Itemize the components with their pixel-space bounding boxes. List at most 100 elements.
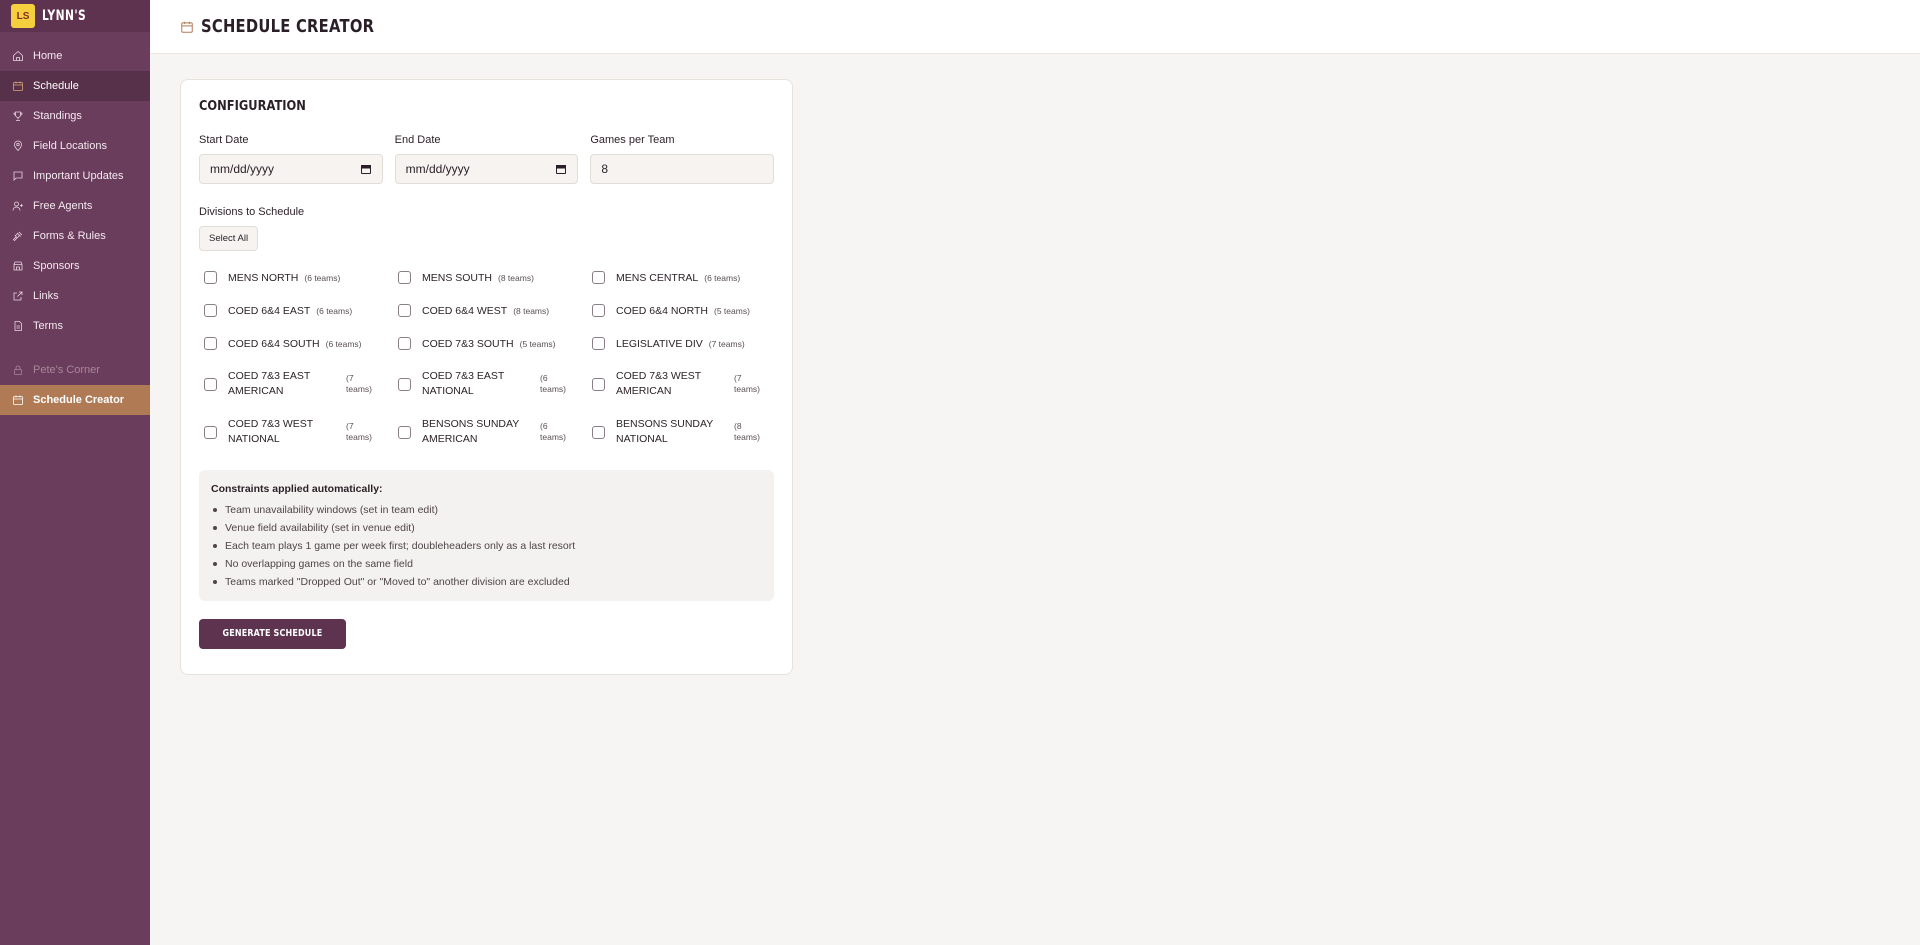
- user-plus-icon: [12, 201, 23, 211]
- brand[interactable]: LS LYNN'S: [0, 0, 150, 32]
- division-checkbox[interactable]: [592, 304, 605, 317]
- sidebar-item-free-agents[interactable]: Free Agents: [0, 191, 150, 221]
- division-team-count: (6 teams): [540, 421, 566, 442]
- division-option[interactable]: COED 7&3 EAST AMERICAN (7 teams): [199, 360, 393, 408]
- division-name: MENS CENTRAL: [616, 271, 699, 284]
- division-option[interactable]: COED 7&3 SOUTH (5 teams): [393, 327, 587, 360]
- card-title: CONFIGURATION: [199, 98, 306, 114]
- division-checkbox[interactable]: [398, 337, 411, 350]
- lock-icon: [14, 365, 22, 375]
- sidebar-item-label: Free Agents: [33, 200, 93, 212]
- division-team-count: (7 teams): [346, 373, 372, 394]
- division-checkbox[interactable]: [204, 337, 217, 350]
- sidebar-item-schedule-creator[interactable]: Schedule Creator: [0, 385, 150, 415]
- division-checkbox[interactable]: [398, 425, 411, 439]
- division-option[interactable]: COED 6&4 EAST (6 teams): [199, 294, 393, 327]
- constraint-item: Team unavailability windows (set in team…: [211, 501, 762, 519]
- division-team-count: (8 teams): [498, 272, 534, 283]
- division-checkbox[interactable]: [204, 304, 217, 317]
- division-name: COED 6&4 EAST: [228, 304, 311, 317]
- games-per-team-input[interactable]: 8: [590, 154, 775, 184]
- document-icon: [14, 321, 22, 331]
- trophy-icon: [13, 111, 23, 121]
- division-team-count: (5 teams): [519, 338, 556, 349]
- brand-name: LYNN'S: [42, 8, 87, 24]
- division-option[interactable]: MENS NORTH (6 teams): [199, 261, 393, 294]
- select-all-button[interactable]: Select All: [199, 226, 259, 251]
- division-option[interactable]: COED 6&4 SOUTH (6 teams): [199, 327, 393, 360]
- constraints-list: Team unavailability windows (set in team…: [211, 501, 762, 591]
- end-date-placeholder: mm/dd/yyyy: [405, 162, 470, 176]
- start-date-input[interactable]: mm/dd/yyyy: [199, 154, 383, 184]
- end-date-label: End Date: [394, 134, 441, 146]
- division-option[interactable]: COED 6&4 NORTH (5 teams): [587, 294, 769, 327]
- division-name: COED 7&3 WEST NATIONAL: [228, 418, 313, 445]
- games-per-team-field: Games per Team 8: [590, 134, 775, 184]
- config-fields: Start Date mm/dd/yyyy End Date mm/dd/yyy…: [199, 134, 775, 184]
- division-name: BENSONS SUNDAY AMERICAN: [422, 418, 520, 445]
- division-option[interactable]: BENSONS SUNDAY AMERICAN (6 teams): [393, 408, 587, 456]
- games-per-team-value: 8: [601, 162, 609, 176]
- division-option[interactable]: MENS CENTRAL (6 teams): [587, 261, 769, 294]
- division-checkbox[interactable]: [592, 337, 605, 350]
- sidebar-item-petes-corner[interactable]: Pete's Corner: [0, 355, 150, 385]
- division-name: COED 7&3 WEST AMERICAN: [616, 370, 701, 397]
- division-team-count: (6 teams): [704, 272, 741, 283]
- constraints-box: Constraints applied automatically: Team …: [199, 470, 774, 601]
- division-name: COED 6&4 SOUTH: [228, 337, 320, 350]
- division-option[interactable]: COED 6&4 WEST (8 teams): [393, 294, 587, 327]
- division-name: LEGISLATIVE DIV: [616, 337, 703, 350]
- division-team-count: (6 teams): [540, 373, 566, 394]
- constraint-item: Teams marked "Dropped Out" or "Moved to"…: [211, 573, 762, 591]
- division-name: BENSONS SUNDAY NATIONAL: [616, 418, 714, 445]
- sidebar-item-field-locations[interactable]: Field Locations: [0, 131, 150, 161]
- sidebar-item-schedule[interactable]: Schedule: [0, 71, 150, 101]
- constraint-item: No overlapping games on the same field: [211, 555, 762, 573]
- division-team-count: (7 teams): [346, 421, 372, 442]
- division-option[interactable]: MENS SOUTH (8 teams): [393, 261, 587, 294]
- division-team-count: (7 teams): [734, 373, 760, 394]
- division-checkbox[interactable]: [592, 271, 605, 284]
- sidebar-item-standings[interactable]: Standings: [0, 101, 150, 131]
- configuration-card: CONFIGURATION Start Date mm/dd/yyyy End …: [180, 79, 793, 675]
- calendar-icon[interactable]: [555, 163, 567, 175]
- store-icon: [13, 261, 23, 271]
- division-team-count: (5 teams): [714, 305, 750, 316]
- sidebar-item-label: Sponsors: [33, 260, 80, 272]
- division-name: COED 7&3 EAST NATIONAL: [422, 370, 505, 397]
- division-checkbox[interactable]: [204, 425, 217, 439]
- division-option[interactable]: COED 7&3 WEST NATIONAL (7 teams): [199, 408, 393, 456]
- sidebar-item-label: Forms & Rules: [33, 230, 106, 242]
- end-date-input[interactable]: mm/dd/yyyy: [394, 154, 579, 184]
- division-option[interactable]: COED 7&3 EAST NATIONAL (6 teams): [393, 360, 587, 408]
- sidebar-item-label: Pete's Corner: [33, 364, 100, 376]
- sidebar-item-sponsors[interactable]: Sponsors: [0, 251, 150, 281]
- start-date-label: Start Date: [199, 134, 249, 146]
- sidebar-item-label: Home: [33, 50, 63, 62]
- division-checkbox[interactable]: [398, 377, 411, 391]
- end-date-field: End Date mm/dd/yyyy: [394, 134, 579, 184]
- constraint-item: Each team plays 1 game per week first; d…: [211, 537, 762, 555]
- generate-schedule-button[interactable]: GENERATE SCHEDULE: [199, 619, 346, 649]
- division-checkbox[interactable]: [204, 377, 217, 391]
- division-checkbox[interactable]: [398, 304, 411, 317]
- division-checkbox[interactable]: [592, 425, 605, 439]
- divisions-grid: MENS NORTH (6 teams) MENS SOUTH (8 teams) …: [199, 261, 774, 456]
- division-checkbox[interactable]: [398, 271, 411, 284]
- calendar-icon[interactable]: [360, 163, 372, 175]
- sidebar-item-label: Schedule Creator: [33, 394, 125, 406]
- sidebar-item-important-updates[interactable]: Important Updates: [0, 161, 150, 191]
- division-name: MENS NORTH: [228, 271, 299, 284]
- division-checkbox[interactable]: [204, 271, 217, 284]
- division-option[interactable]: COED 7&3 WEST AMERICAN (7 teams): [587, 360, 769, 408]
- division-name: COED 7&3 SOUTH: [422, 337, 514, 350]
- sidebar-item-forms-rules[interactable]: Forms & Rules: [0, 221, 150, 251]
- division-name: COED 7&3 EAST AMERICAN: [228, 370, 311, 397]
- division-checkbox[interactable]: [592, 377, 605, 391]
- division-option[interactable]: LEGISLATIVE DIV (7 teams): [587, 327, 769, 360]
- sidebar-item-links[interactable]: Links: [0, 281, 150, 311]
- division-option[interactable]: BENSONS SUNDAY NATIONAL (8 teams): [587, 408, 769, 456]
- sidebar-item-terms[interactable]: Terms: [0, 311, 150, 341]
- start-date-field: Start Date mm/dd/yyyy: [199, 134, 383, 184]
- sidebar-item-home[interactable]: Home: [0, 41, 150, 71]
